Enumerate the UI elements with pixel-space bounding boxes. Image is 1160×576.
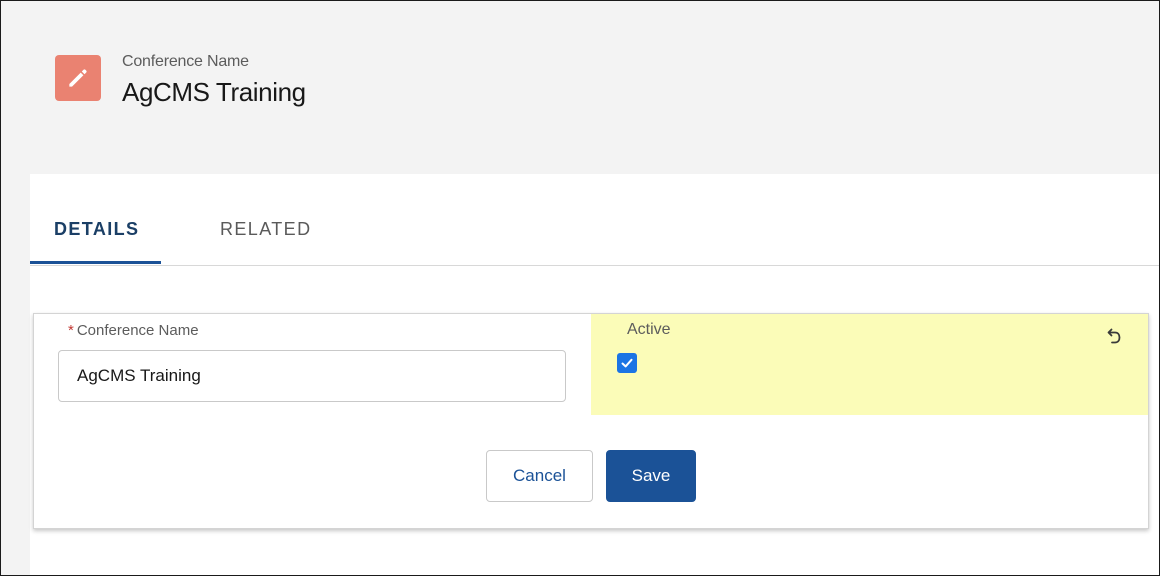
tab-details[interactable]: DETAILS: [54, 219, 139, 240]
app-window: Conference Name AgCMS Training DETAILS R…: [0, 0, 1160, 576]
undo-icon[interactable]: [1102, 326, 1124, 348]
active-tab-indicator: [30, 261, 161, 264]
pencil-icon-glyph: [69, 69, 87, 87]
record-title: AgCMS Training: [122, 77, 306, 107]
checkmark-icon: [621, 358, 633, 368]
required-marker: *: [68, 322, 74, 339]
record-type-label: Conference Name: [122, 53, 249, 70]
conference-name-field: * Conference Name: [34, 314, 590, 415]
inline-edit-card: *Conference Name Active Cancel: [33, 313, 1149, 529]
active-label: Active: [627, 321, 671, 338]
active-field: Active: [591, 314, 1148, 415]
tab-related[interactable]: RELATED: [220, 219, 312, 240]
active-checkbox[interactable]: [617, 353, 637, 373]
cancel-button[interactable]: Cancel: [486, 450, 593, 502]
undo-arrow-glyph: [1107, 328, 1121, 344]
tab-bar: DETAILS RELATED: [30, 174, 1159, 266]
conference-name-input[interactable]: [58, 350, 566, 402]
pencil-icon: [55, 55, 101, 101]
conference-name-label-text: Conference Name: [76, 322, 199, 339]
record-header: Conference Name AgCMS Training: [1, 1, 1159, 173]
save-button[interactable]: Save: [606, 450, 696, 502]
conference-name-label: * Conference Name: [68, 322, 199, 339]
main-panel: DETAILS RELATED *Conference Name Active: [30, 174, 1159, 575]
